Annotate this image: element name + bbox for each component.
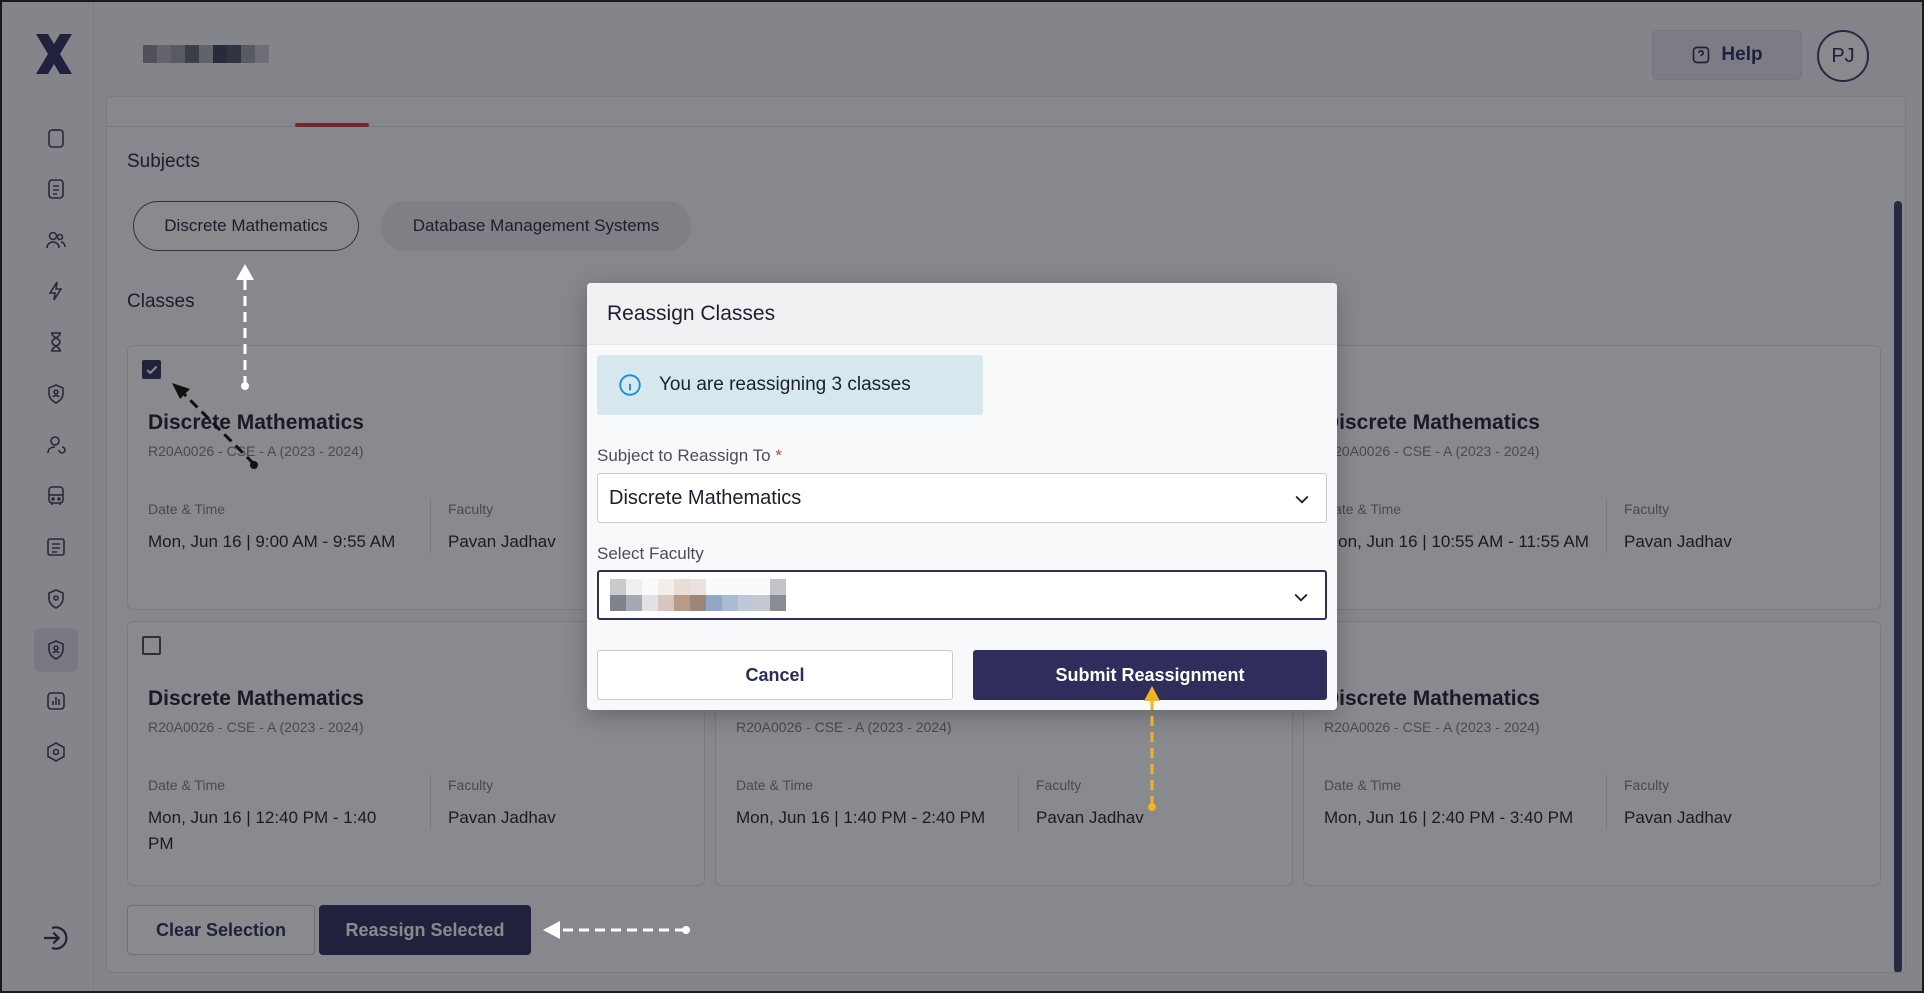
reassign-classes-modal: Reassign Classes You are reassigning 3 c… <box>587 283 1337 710</box>
cancel-button[interactable]: Cancel <box>597 650 953 700</box>
subject-label-text: Subject to Reassign To <box>597 446 771 465</box>
info-text: You are reassigning 3 classes <box>659 374 911 395</box>
faculty-value-redacted <box>610 579 786 611</box>
chevron-down-icon <box>1295 495 1309 504</box>
faculty-field-label: Select Faculty <box>597 544 704 563</box>
subject-field-label: Subject to Reassign To * <box>597 446 782 466</box>
required-marker: * <box>775 446 782 465</box>
chevron-down-icon <box>1294 593 1308 602</box>
modal-title: Reassign Classes <box>607 302 776 325</box>
subject-select-value: Discrete Mathematics <box>609 486 802 509</box>
subject-select[interactable]: Discrete Mathematics <box>597 473 1327 523</box>
info-alert: You are reassigning 3 classes <box>597 355 983 415</box>
modal-header: Reassign Classes <box>587 283 1337 345</box>
info-icon <box>619 374 641 396</box>
submit-reassignment-button[interactable]: Submit Reassignment <box>973 650 1327 700</box>
faculty-select[interactable] <box>597 570 1327 620</box>
